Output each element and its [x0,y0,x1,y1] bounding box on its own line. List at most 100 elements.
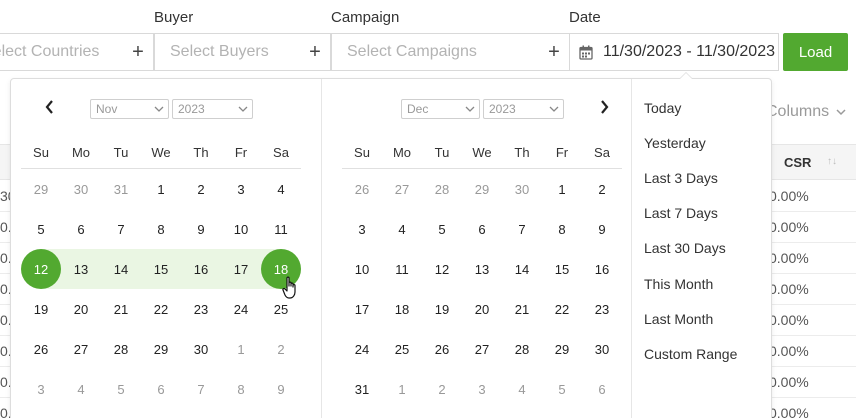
calendar-day[interactable]: 30 [181,329,221,369]
range-option[interactable]: This Month [631,266,772,301]
calendar-day[interactable]: 12 [422,249,462,289]
calendar-day[interactable]: 3 [342,209,382,249]
calendar-day[interactable]: 10 [221,209,261,249]
calendar-day[interactable]: 14 [502,249,542,289]
calendar-day[interactable]: 4 [261,169,301,209]
calendar-day[interactable]: 2 [261,329,301,369]
calendar-day[interactable]: 6 [61,209,101,249]
load-button[interactable]: Load [783,33,848,71]
calendar-day[interactable]: 21 [502,289,542,329]
range-option[interactable]: Last 7 Days [631,196,772,231]
calendar-day[interactable]: 8 [221,369,261,409]
range-start-day[interactable]: 12 [21,249,61,289]
calendar-day[interactable]: 26 [342,169,382,209]
calendar-day[interactable]: 23 [181,289,221,329]
range-option[interactable]: Today [631,90,772,125]
columns-toggle[interactable]: Columns [766,103,846,121]
calendar-day[interactable]: 27 [61,329,101,369]
year-select-left[interactable]: 2023 [172,99,253,119]
calendar-day[interactable]: 23 [582,289,622,329]
calendar-day[interactable]: 26 [422,329,462,369]
date-range-input[interactable]: 11/30/2023 - 11/30/2023 [569,33,779,71]
calendar-day[interactable]: 5 [422,209,462,249]
calendar-day[interactable]: 16 [582,249,622,289]
calendar-day[interactable]: 1 [542,169,582,209]
calendar-day[interactable]: 13 [61,249,101,289]
calendar-day[interactable]: 29 [141,329,181,369]
calendar-day[interactable]: 3 [21,369,61,409]
calendar-day[interactable]: 24 [221,289,261,329]
calendar-day[interactable]: 20 [462,289,502,329]
calendar-day[interactable]: 15 [542,249,582,289]
calendar-day[interactable]: 2 [181,169,221,209]
calendar-day[interactable]: 30 [582,329,622,369]
range-option[interactable]: Yesterday [631,125,772,160]
add-buyer-icon[interactable]: + [300,42,330,62]
calendar-day[interactable]: 7 [181,369,221,409]
prev-month-icon[interactable] [39,96,59,118]
calendar-day[interactable]: 28 [422,169,462,209]
buyer-select[interactable]: Select Buyers + [154,33,331,71]
calendar-day[interactable]: 22 [141,289,181,329]
calendar-day[interactable]: 10 [342,249,382,289]
calendar-day[interactable]: 19 [422,289,462,329]
calendar-day[interactable]: 11 [382,249,422,289]
calendar-day[interactable]: 6 [582,369,622,409]
month-select-right[interactable]: Dec [401,99,480,119]
calendar-day[interactable]: 29 [542,329,582,369]
csr-column-header[interactable]: CSR [784,155,811,170]
range-option[interactable]: Last Month [631,301,772,336]
calendar-day[interactable]: 22 [542,289,582,329]
calendar-day[interactable]: 1 [141,169,181,209]
range-option[interactable]: Last 30 Days [631,231,772,266]
calendar-day[interactable]: 14 [101,249,141,289]
calendar-day[interactable]: 15 [141,249,181,289]
next-month-icon[interactable] [594,96,614,118]
calendar-day[interactable]: 5 [101,369,141,409]
calendar-day[interactable]: 28 [101,329,141,369]
calendar-day[interactable]: 6 [141,369,181,409]
calendar-day[interactable]: 21 [101,289,141,329]
calendar-day[interactable]: 2 [582,169,622,209]
calendar-day[interactable]: 25 [382,329,422,369]
calendar-day[interactable]: 17 [342,289,382,329]
calendar-day[interactable]: 26 [21,329,61,369]
calendar-day[interactable]: 6 [462,209,502,249]
country-select[interactable]: Select Countries + [0,33,154,71]
calendar-day[interactable]: 4 [61,369,101,409]
calendar-day[interactable]: 8 [141,209,181,249]
calendar-day[interactable]: 11 [261,209,301,249]
calendar-day[interactable]: 29 [21,169,61,209]
calendar-day[interactable]: 31 [342,369,382,409]
calendar-day[interactable]: 7 [101,209,141,249]
calendar-day[interactable]: 18 [382,289,422,329]
calendar-day[interactable]: 29 [462,169,502,209]
calendar-day[interactable]: 20 [61,289,101,329]
range-option[interactable]: Last 3 Days [631,160,772,195]
calendar-day[interactable]: 24 [342,329,382,369]
calendar-day[interactable]: 5 [21,209,61,249]
calendar-day[interactable]: 5 [542,369,582,409]
calendar-day[interactable]: 16 [181,249,221,289]
calendar-day[interactable]: 1 [382,369,422,409]
calendar-day[interactable]: 9 [181,209,221,249]
add-campaign-icon[interactable]: + [539,42,569,62]
calendar-day[interactable]: 31 [101,169,141,209]
calendar-day[interactable]: 17 [221,249,261,289]
calendar-day[interactable]: 8 [542,209,582,249]
calendar-day[interactable]: 3 [462,369,502,409]
calendar-day[interactable]: 7 [502,209,542,249]
range-option[interactable]: Custom Range [631,336,772,371]
calendar-day[interactable]: 28 [502,329,542,369]
add-country-icon[interactable]: + [123,42,153,62]
calendar-day[interactable]: 30 [502,169,542,209]
calendar-day[interactable]: 27 [462,329,502,369]
calendar-day[interactable]: 19 [21,289,61,329]
campaign-select[interactable]: Select Campaigns + [331,33,570,71]
calendar-day[interactable]: 9 [582,209,622,249]
calendar-day[interactable]: 1 [221,329,261,369]
calendar-day[interactable]: 13 [462,249,502,289]
calendar-day[interactable]: 27 [382,169,422,209]
month-select-left[interactable]: Nov [90,99,169,119]
calendar-day[interactable]: 4 [502,369,542,409]
